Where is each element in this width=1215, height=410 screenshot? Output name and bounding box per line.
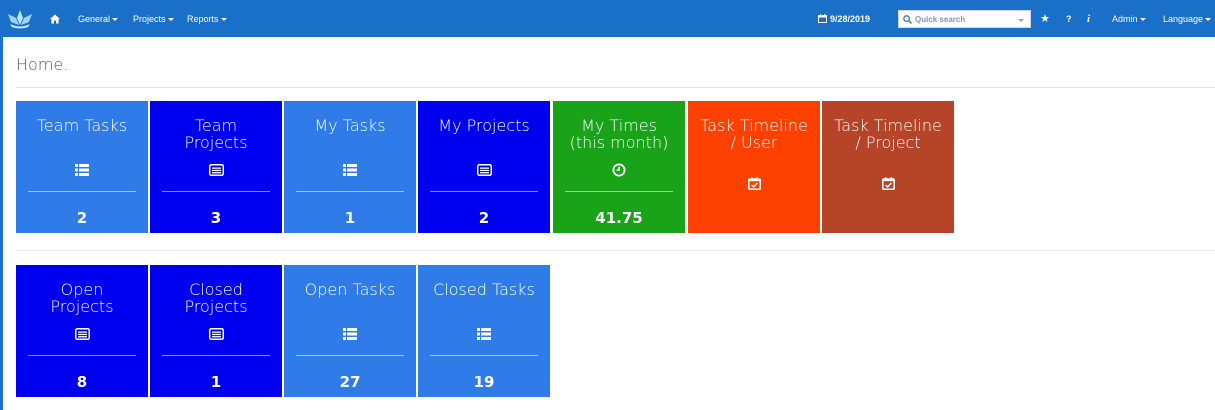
tile-count: 41.75	[595, 209, 643, 227]
tile-count: 19	[473, 373, 495, 391]
list-icon	[340, 161, 360, 179]
tile-label: Open Tasks	[304, 280, 396, 299]
caret-down-icon	[220, 17, 227, 21]
projects-icon	[72, 325, 92, 343]
tile-divider	[430, 191, 538, 192]
brand-logo[interactable]	[6, 0, 34, 37]
tile-label: Closed Projects	[184, 280, 248, 316]
tile-label: Task Timeline / Project	[834, 116, 942, 152]
home-icon	[50, 14, 60, 23]
tile-count: 3	[210, 209, 222, 227]
tile-divider	[565, 191, 673, 192]
quick-search-box[interactable]	[898, 10, 1031, 28]
caret-down-icon	[112, 17, 119, 21]
tile-open-tasks[interactable]: Open Tasks 27	[284, 265, 416, 397]
projects-icon	[206, 161, 226, 179]
divider	[16, 250, 1215, 251]
search-icon	[903, 14, 912, 24]
tile-divider	[296, 355, 404, 356]
list-icon	[474, 325, 494, 343]
caret-down-icon	[1205, 17, 1212, 21]
menu-projects[interactable]: Projects	[133, 0, 174, 37]
tile-closed-projects[interactable]: Closed Projects 1	[150, 265, 282, 397]
tile-count: 8	[76, 373, 88, 391]
menu-admin-label: Admin	[1112, 13, 1138, 24]
tile-label: Team Projects	[184, 116, 248, 152]
tile-count: 27	[339, 373, 361, 391]
tile-divider	[28, 191, 136, 192]
list-icon	[340, 325, 360, 343]
tile-label: My Tasks	[314, 116, 386, 135]
tile-my-projects[interactable]: My Projects 2	[418, 101, 550, 233]
star-icon: ★	[1040, 13, 1050, 25]
menu-reports[interactable]: Reports	[187, 0, 227, 37]
clock-icon	[609, 161, 629, 179]
caret-down-icon	[167, 17, 174, 21]
tile-label: My Times (this month)	[569, 116, 669, 152]
tile-my-times[interactable]: My Times (this month) 41.75	[553, 101, 685, 233]
caret-down-icon	[1139, 17, 1146, 21]
date-picker[interactable]: 9/28/2019	[818, 0, 870, 37]
left-edge-bar	[0, 0, 3, 410]
top-navbar: General Projects Reports 9/28/2019 ★ ? i…	[0, 0, 1215, 37]
tile-task-timeline-project[interactable]: Task Timeline / Project	[822, 101, 954, 233]
page-title: Home.	[16, 55, 69, 74]
projects-icon	[474, 161, 494, 179]
tile-count: 2	[76, 209, 88, 227]
tile-count: 2	[478, 209, 490, 227]
tile-open-projects[interactable]: Open Projects 8	[16, 265, 148, 397]
tile-divider	[28, 355, 136, 356]
calendar-icon	[818, 14, 827, 23]
tile-count: 1	[210, 373, 222, 391]
projects-icon	[206, 325, 226, 343]
tile-label: Team Tasks	[36, 116, 128, 135]
help-icon: ?	[1066, 13, 1072, 24]
tile-task-timeline-user[interactable]: Task Timeline / User	[688, 101, 820, 233]
menu-language[interactable]: Language	[1163, 0, 1212, 37]
tile-divider	[162, 355, 270, 356]
favorites-button[interactable]: ★	[1040, 0, 1050, 37]
tile-closed-tasks[interactable]: Closed Tasks 19	[418, 265, 550, 397]
tile-divider	[162, 191, 270, 192]
tile-label: Open Projects	[50, 280, 114, 316]
tile-count: 1	[344, 209, 356, 227]
quick-search-input[interactable]	[912, 12, 1015, 26]
menu-reports-label: Reports	[187, 13, 219, 24]
help-button[interactable]: ?	[1066, 0, 1072, 37]
menu-general[interactable]: General	[78, 0, 119, 37]
tile-team-projects[interactable]: Team Projects 3	[150, 101, 282, 233]
tile-label: My Projects	[438, 116, 530, 135]
tile-team-tasks[interactable]: Team Tasks 2	[16, 101, 148, 233]
menu-language-label: Language	[1163, 13, 1204, 24]
divider	[16, 87, 1215, 88]
info-button[interactable]: i	[1087, 0, 1090, 37]
lotus-logo-icon	[8, 9, 32, 28]
home-link[interactable]	[50, 0, 60, 37]
tile-divider	[296, 191, 404, 192]
menu-general-label: General	[78, 13, 111, 24]
tile-my-tasks[interactable]: My Tasks 1	[284, 101, 416, 233]
tile-label: Task Timeline / User	[700, 116, 808, 152]
current-date: 9/28/2019	[830, 13, 871, 24]
tile-divider	[430, 355, 538, 356]
tile-label: Closed Tasks	[433, 280, 535, 299]
calendar-check-icon	[744, 174, 764, 192]
search-dropdown-caret-icon[interactable]	[1018, 19, 1024, 22]
list-icon	[72, 161, 92, 179]
menu-projects-label: Projects	[133, 13, 166, 24]
info-icon: i	[1087, 12, 1091, 25]
menu-admin[interactable]: Admin	[1112, 0, 1146, 37]
calendar-check-icon	[878, 174, 898, 192]
